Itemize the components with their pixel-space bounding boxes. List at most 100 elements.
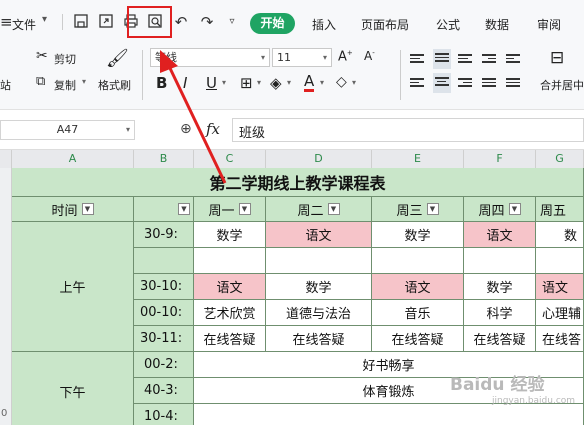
undo-icon[interactable]: ↶ — [172, 13, 190, 31]
justify-icon[interactable] — [482, 76, 500, 90]
filter-icon[interactable]: ▼ — [426, 203, 439, 215]
time-cell[interactable]: 00-10: — [134, 300, 194, 326]
clear-caret-icon[interactable]: ▾ — [352, 78, 356, 87]
clear-format-icon[interactable]: ◇ — [336, 74, 347, 90]
zoom-icon[interactable]: ⊕ — [180, 121, 192, 137]
header-mon[interactable]: 周一 ▼ — [194, 197, 266, 222]
fri-cell[interactable]: 心理辅 — [536, 300, 584, 326]
font-name-select[interactable]: 等线 ▾ — [150, 48, 270, 67]
increase-font-icon[interactable]: A+ — [338, 49, 353, 64]
fri-cell[interactable]: 在线答 — [536, 326, 584, 352]
header-tue[interactable]: 周二 ▼ — [266, 197, 372, 222]
filter-icon[interactable]: ▼ — [81, 203, 94, 215]
select-all-corner[interactable] — [0, 150, 12, 168]
merge-center-button[interactable]: 合并居中 — [540, 77, 584, 93]
tue-cell[interactable]: 语文 — [266, 222, 372, 248]
tab-data[interactable]: 数据 — [485, 16, 509, 33]
distribute-icon[interactable] — [506, 76, 524, 90]
header-wed[interactable]: 周三 ▼ — [372, 197, 464, 222]
fri-cell[interactable]: 语文 — [536, 274, 584, 300]
col-header-g[interactable]: G — [536, 150, 584, 168]
wed-cell[interactable] — [372, 248, 464, 274]
align-right-icon[interactable] — [458, 76, 476, 90]
align-middle-icon[interactable] — [433, 49, 451, 69]
mon-cell[interactable]: 语文 — [194, 274, 266, 300]
col-header-a[interactable]: A — [12, 150, 134, 168]
filter-icon[interactable]: ▼ — [508, 203, 521, 215]
bold-button[interactable]: B — [156, 74, 167, 92]
mon-cell[interactable]: 在线答疑 — [194, 326, 266, 352]
morning-label[interactable]: 上午 — [12, 222, 134, 352]
align-top-icon[interactable] — [410, 52, 428, 66]
mon-cell[interactable]: 艺术欣赏 — [194, 300, 266, 326]
time-cell[interactable]: 40-3: — [134, 378, 194, 404]
align-bottom-icon[interactable] — [458, 52, 476, 66]
pm-activity-cell[interactable] — [194, 404, 584, 425]
name-box[interactable]: A47 ▾ — [0, 120, 135, 140]
menu-icon[interactable]: ≡ — [0, 13, 13, 31]
time-cell[interactable]: 30-10: — [134, 274, 194, 300]
customize-toolbar-icon[interactable]: ▿ — [223, 13, 241, 31]
tue-cell[interactable]: 道德与法治 — [266, 300, 372, 326]
fri-cell[interactable] — [536, 248, 584, 274]
tab-page-layout[interactable]: 页面布局 — [361, 16, 409, 33]
border-icon[interactable]: ⊞ — [240, 74, 253, 92]
export-icon[interactable] — [97, 13, 115, 31]
underline-caret-icon[interactable]: ▾ — [222, 78, 226, 87]
thu-cell[interactable]: 语文 — [464, 222, 536, 248]
align-center-icon[interactable] — [433, 73, 451, 93]
tab-review[interactable]: 审阅 — [537, 16, 561, 33]
copy-caret-icon[interactable]: ▾ — [82, 77, 86, 86]
align-left-icon[interactable] — [410, 76, 428, 90]
thu-cell[interactable]: 在线答疑 — [464, 326, 536, 352]
underline-button[interactable]: U — [206, 74, 217, 92]
file-menu[interactable]: 文件 — [12, 16, 36, 33]
save-icon[interactable] — [72, 13, 90, 31]
time-cell[interactable]: 30-11: — [134, 326, 194, 352]
thu-cell[interactable]: 科学 — [464, 300, 536, 326]
tue-cell[interactable]: 在线答疑 — [266, 326, 372, 352]
tue-cell[interactable] — [266, 248, 372, 274]
header-thu[interactable]: 周四 ▼ — [464, 197, 536, 222]
filter-icon[interactable]: ▼ — [327, 203, 340, 215]
col-header-f[interactable]: F — [464, 150, 536, 168]
formula-input[interactable]: 班级 — [232, 118, 584, 142]
afternoon-label[interactable]: 下午 — [12, 352, 134, 425]
header-time[interactable]: 时间 ▼ — [12, 197, 134, 222]
fri-cell[interactable]: 数 — [536, 222, 584, 248]
fx-icon[interactable]: fx — [206, 120, 220, 138]
mon-cell[interactable] — [194, 248, 266, 274]
merge-center-icon[interactable]: ⊟ — [550, 48, 564, 68]
tab-home[interactable]: 开始 — [250, 13, 295, 34]
thu-cell[interactable]: 数学 — [464, 274, 536, 300]
format-painter-icon[interactable]: 🖌 — [106, 48, 129, 69]
decrease-font-icon[interactable]: A- — [364, 49, 375, 63]
copy-button[interactable]: 复制 — [54, 77, 76, 93]
paste-label[interactable]: 站 — [0, 77, 11, 93]
time-cell[interactable] — [134, 248, 194, 274]
cut-button[interactable]: 剪切 — [54, 51, 76, 67]
wed-cell[interactable]: 语文 — [372, 274, 464, 300]
col-header-d[interactable]: D — [266, 150, 372, 168]
tab-insert[interactable]: 插入 — [312, 16, 336, 33]
time-cell[interactable]: 30-9: — [134, 222, 194, 248]
tab-formula[interactable]: 公式 — [436, 16, 460, 33]
time-cell[interactable]: 00-2: — [134, 352, 194, 378]
header-b[interactable]: ▼ — [134, 197, 194, 222]
col-header-b[interactable]: B — [134, 150, 194, 168]
col-header-e[interactable]: E — [372, 150, 464, 168]
italic-button[interactable]: I — [183, 74, 187, 92]
font-color-button[interactable]: A — [304, 73, 315, 92]
file-menu-caret-icon[interactable]: ▾ — [42, 14, 47, 25]
font-color-caret-icon[interactable]: ▾ — [320, 78, 324, 87]
format-painter-button[interactable]: 格式刷 — [98, 77, 131, 93]
time-cell[interactable]: 10-4: — [134, 404, 194, 425]
thu-cell[interactable] — [464, 248, 536, 274]
col-header-c[interactable]: C — [194, 150, 266, 168]
filter-icon[interactable]: ▼ — [238, 203, 251, 215]
wed-cell[interactable]: 数学 — [372, 222, 464, 248]
redo-icon[interactable]: ↷ — [198, 13, 216, 31]
filter-icon[interactable]: ▼ — [178, 203, 190, 215]
table-title[interactable]: 第二学期线上教学课程表 — [12, 168, 584, 197]
fill-caret-icon[interactable]: ▾ — [287, 78, 291, 87]
